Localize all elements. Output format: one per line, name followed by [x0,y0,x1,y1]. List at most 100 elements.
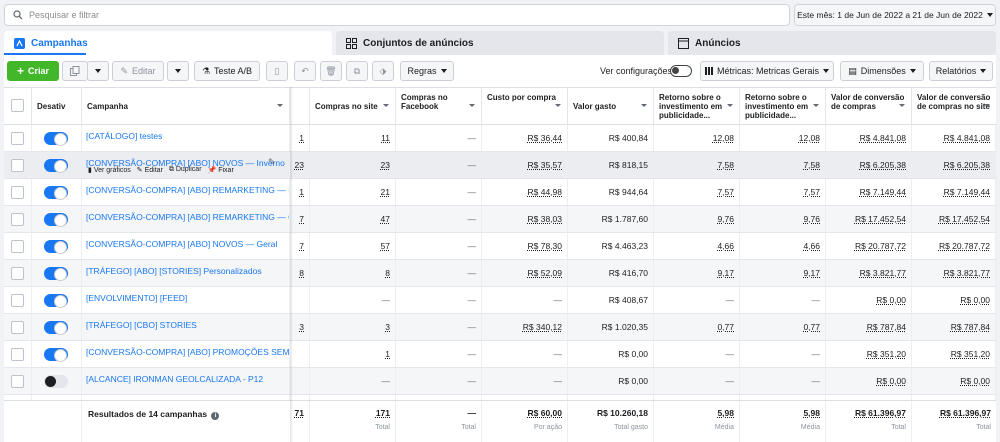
campaign-name-cell[interactable]: [CONVERSÃO-COMPRA] [ABO] REMARKETING — I… [82,179,290,205]
campaign-name-link[interactable]: [CONVERSÃO-COMPRA] [ABO] REMARKETING — I… [86,185,289,195]
view-charts-action[interactable]: ▮ Ver gráficos [88,166,131,174]
preview-button[interactable]: ⧉ [346,61,368,81]
search-input[interactable] [29,10,729,20]
campaign-name-cell[interactable]: [TRÁFEGO] [ABO] [STORIES] Personalizados [82,260,290,286]
cell-site-value: 8 [385,268,390,278]
table-row[interactable]: [ENVOLVIMENTO] [FEED] — — — R$ 408,67 — — R$ 0,… [4,287,996,314]
header-campaign[interactable]: Campanha [82,88,290,125]
header-conversion-value-site[interactable]: Valor de conversão de compras no site [912,88,996,125]
campaign-name-link[interactable]: [CONVERSÃO-COMPRA] [ABO] PROMOÇÕES SEM..… [86,347,289,357]
campaign-name-cell[interactable]: [CONVERSÃO-COMPRA] [ABO] NOVOS — Geral [82,233,290,259]
table-row[interactable]: [CONVERSÃO-COMPRA] [ABO] REMARKETING — G… [4,206,996,233]
campaign-toggle[interactable] [44,132,68,146]
duplicate-button[interactable] [62,61,88,81]
table-row[interactable]: [CONVERSÃO-COMPRA] [ABO] NOVOS — Inverno… [4,152,996,179]
campaign-toggle[interactable] [44,348,68,362]
ab-test-button[interactable]: ⚗ Teste A/B [194,61,260,81]
clipboard-button[interactable]: ▯ [266,61,288,81]
cell-cvs-value: R$ 7.149,44 [943,187,990,197]
campaign-name-link[interactable]: [ENVOLVIMENTO] [FEED] [86,293,187,303]
campaign-toggle[interactable] [44,159,68,173]
row-checkbox[interactable] [11,267,24,280]
row-checkbox[interactable] [11,132,24,145]
campaign-name-cell[interactable]: [CONVERSÃO-COMPRA] [ABO] PROMOÇÕES SEM..… [82,341,290,367]
tab-ad-sets[interactable]: Conjuntos de anúncios [336,31,664,55]
table-row[interactable]: [CONVERSÃO-COMPRA] [ABO] NOVOS — Geral 7 5… [4,233,996,260]
table-row[interactable]: [CATÁLOGO] testes 1 11— R$ 36,44 R$ 400,84 12… [4,125,996,152]
create-button[interactable]: + Criar [7,61,59,81]
view-settings-toggle[interactable] [670,65,692,77]
row-checkbox[interactable] [11,186,24,199]
row-checkbox[interactable] [11,240,24,253]
row-checkbox[interactable] [11,159,24,172]
campaign-name-cell[interactable]: [TRÁFEGO] [CBO] STORIES [82,314,290,340]
campaign-toggle[interactable] [44,321,68,335]
header-toggle[interactable]: Desativ [32,88,82,125]
campaign-name-cell[interactable]: [CATÁLOGO] testes [82,125,290,151]
table-row[interactable]: [CONVERSÃO-COMPRA] [ABO] PROMOÇÕES SEM..… [4,341,996,368]
row-checkbox[interactable] [11,348,24,361]
campaign-name-link[interactable]: [CONVERSÃO-COMPRA] [ABO] NOVOS — Geral [86,239,277,249]
edit-dropdown[interactable] [167,61,189,81]
campaign-name-link[interactable]: [TRÁFEGO] [CBO] STORIES [86,320,197,330]
header-cost-per-purchase[interactable]: Custo por compra [482,88,568,125]
campaign-name-link[interactable]: [CONVERSÃO-COMPRA] [ABO] REMARKETING — G… [86,212,289,222]
metrics-button[interactable]: Métricas: Metricas Gerais [700,61,834,81]
tag-button[interactable]: ⬗ [372,61,394,81]
header-roas-2[interactable]: Retorno sobre o investimento em publicid… [740,88,826,125]
table-row[interactable]: [TRÁFEGO] [CBO] STORIES 3 3 — R$ 340,12 R$ 1.… [4,314,996,341]
duplicate-dropdown[interactable] [87,61,109,81]
row-checkbox[interactable] [11,321,24,334]
campaign-name-link[interactable]: [ALCANCE] IRONMAN GEOLCALIZADA - P12 [86,374,263,384]
pin-icon: 📌 [207,167,217,174]
search-bar[interactable] [4,4,790,26]
campaign-name-cell[interactable]: [ENVOLVIMENTO] [FEED] [82,287,290,313]
pin-action[interactable]: 📌 Fixar [208,166,234,174]
edit-name-icon[interactable]: ✎ [268,157,276,168]
row-checkbox[interactable] [11,375,24,388]
row-checkbox[interactable] [11,213,24,226]
chevron-down-icon [980,69,987,73]
table-row[interactable]: [ALCANCE] IRONMAN GEOLCALIZADA - P12 — — — R… [4,368,996,395]
table-row[interactable]: [CONVERSÃO-COMPRA] [ABO] REMARKETING — I… [4,179,996,206]
undo-icon: ↶ [301,65,309,76]
tab-ads[interactable]: Anúncios [668,31,996,55]
campaign-name-link[interactable]: [TRÁFEGO] [ABO] [STORIES] Personalizados [86,266,262,276]
duplicate-action[interactable]: ⧉ Duplicar [169,166,202,174]
campaign-name-cell[interactable]: [ALCANCE] IRONMAN GEOLCALIZADA - P12 [82,368,290,394]
campaign-toggle[interactable] [44,240,68,254]
tab-campaigns[interactable]: Campanhas [4,31,332,55]
row-checkbox[interactable] [11,294,24,307]
edit-action[interactable]: ✎ Editar [137,166,163,174]
cell-r1-value: 9,17 [717,268,734,278]
campaign-name-link[interactable]: [CATÁLOGO] testes [86,131,162,141]
trash-icon: 🗑 [325,65,337,76]
select-all-checkbox[interactable] [11,99,24,112]
campaign-toggle[interactable] [44,213,68,227]
dimensions-button[interactable]: ▤ Dimensões [840,61,924,81]
info-icon[interactable]: i [211,412,220,420]
campaign-toggle[interactable] [44,375,68,388]
campaign-toggle[interactable] [44,294,68,308]
campaign-toggle[interactable] [44,186,68,200]
rules-button[interactable]: Regras [400,61,454,81]
reports-button[interactable]: Relatórios [929,61,993,81]
table-row[interactable]: [TRÁFEGO] [ABO] [STORIES] Personalizados… [4,260,996,287]
campaign-name-cell[interactable]: [CONVERSÃO-COMPRA] [ABO] NOVOS — Inverno [82,152,290,178]
cell-spent: R$ 0,00 [568,341,654,367]
cell-cpp-value: R$ 36,44 [527,133,563,143]
header-amount-spent[interactable]: Valor gasto [568,88,654,125]
edit-button[interactable]: ✎ Editar [112,61,164,81]
cell-fb-value: — [467,322,477,332]
header-purchases-facebook[interactable]: Compras no Facebook [396,88,482,125]
campaign-name-cell[interactable]: [CONVERSÃO-COMPRA] [ABO] REMARKETING — G… [82,206,290,232]
header-conversion-value[interactable]: Valor de conversão de compras [826,88,912,125]
date-range-button[interactable]: Este mês: 1 de Jun de 2022 a 21 de Jun d… [794,4,996,26]
chart-icon: ▮ [88,167,92,174]
cell-cpp: R$ 52,09 [482,260,568,286]
undo-button[interactable]: ↶ [294,61,316,81]
header-purchases-site[interactable]: Compras no site [310,88,396,125]
delete-button[interactable]: 🗑 [320,61,342,81]
campaign-toggle[interactable] [44,267,68,281]
header-roas-1[interactable]: Retorno sobre o investimento em publicid… [654,88,740,125]
